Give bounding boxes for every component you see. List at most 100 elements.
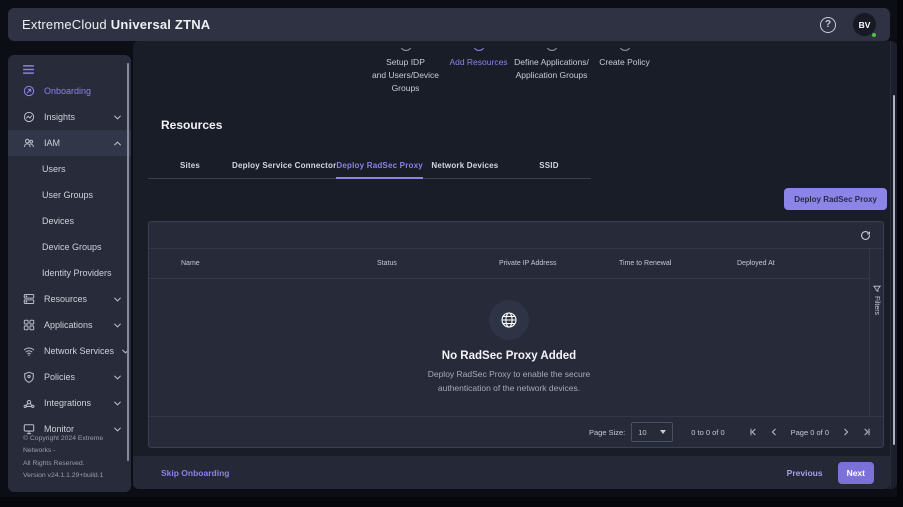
sidebar-item-label: Devices [42,216,74,226]
empty-state-description: Deploy RadSec Proxy to enable the secure… [428,368,591,394]
tab-deploy-service-connector[interactable]: Deploy Service Connector [232,153,336,179]
column-header-time-to-renewal[interactable]: Time to Renewal [619,260,737,267]
sidebar-item-label: Network Services [44,346,114,356]
sidebar-item-device-groups[interactable]: Device Groups [8,234,131,260]
step-circle [473,48,485,51]
page-size-select[interactable]: 10 [631,422,673,442]
filter-funnel-icon [873,285,881,293]
hamburger-menu-icon[interactable] [8,55,131,78]
status-dot [871,32,877,38]
empty-state-line: authentication of the network devices. [428,382,591,395]
step-setup-idp[interactable]: Setup IDP and Users/Device Groups [369,48,442,114]
empty-state-line: Deploy RadSec Proxy to enable the secure [428,368,591,381]
sidebar-item-label: IAM [44,138,60,148]
skip-onboarding-link[interactable]: Skip Onboarding [161,468,229,478]
main-panel: Setup IDP and Users/Device Groups Add Re… [133,41,897,489]
sidebar-item-label: Resources [44,294,87,304]
caret-down-icon [660,430,666,434]
next-button[interactable]: Next [838,462,874,484]
page-size-label: Page Size: [589,428,625,437]
prev-page-button[interactable] [770,428,778,436]
sidebar-item-iam[interactable]: IAM [8,130,131,156]
first-page-button[interactable] [749,428,757,436]
iam-users-icon [23,137,36,149]
chevron-down-icon [114,297,121,302]
refresh-button[interactable] [860,230,871,241]
help-icon[interactable]: ? [820,17,836,33]
sidebar-scrollbar[interactable] [127,63,129,461]
sidebar-item-user-groups[interactable]: User Groups [8,182,131,208]
brand: ExtremeCloud Universal ZTNA [22,17,210,32]
brand-regular: ExtremeCloud [22,17,107,32]
sidebar-item-identity-providers[interactable]: Identity Providers [8,260,131,286]
page-title: Resources [161,118,222,132]
onboarding-icon [23,85,36,97]
chevron-down-icon [114,115,121,120]
empty-state-title: No RadSec Proxy Added [442,350,576,362]
filters-label: Filters [873,296,880,315]
step-circle [400,48,412,51]
sidebar-item-label: Integrations [44,398,91,408]
main-scrollbar-thumb[interactable] [893,95,896,445]
page-size-value: 10 [638,428,646,437]
step-circle [619,48,631,51]
sidebar-item-label: Users [42,164,66,174]
pagination-bar: Page Size: 10 0 to 0 of 0 Page 0 of 0 [149,416,883,447]
chevron-down-icon [114,427,121,432]
chevron-down-icon [114,401,121,406]
sidebar-item-users[interactable]: Users [8,156,131,182]
sidebar-item-network-services[interactable]: Network Services [8,338,131,364]
previous-button[interactable]: Previous [787,468,823,478]
app-header: ExtremeCloud Universal ZTNA ? BV [8,8,890,41]
step-label: Application Groups [514,69,589,82]
page-indicator: Page 0 of 0 [791,428,829,437]
tab-ssid[interactable]: SSID [507,153,591,179]
bottom-frame-band [0,497,903,507]
page-range-text: 0 to 0 of 0 [691,428,724,437]
shield-icon [23,371,36,383]
tab-deploy-radsec-proxy[interactable]: Deploy RadSec Proxy [336,153,423,179]
sidebar-footer: © Copyright 2024 Extreme Networks - All … [23,433,123,482]
sidebar-item-applications[interactable]: Applications [8,312,131,338]
step-circle [546,48,558,51]
sidebar-item-onboarding[interactable]: Onboarding [8,78,131,104]
wizard-footer-bar: Skip Onboarding Previous Next [133,456,890,489]
copyright-line2: All Rights Reserved. [23,458,123,470]
sidebar-item-insights[interactable]: Insights [8,104,131,130]
sidebar-item-policies[interactable]: Policies [8,364,131,390]
apps-grid-icon [23,319,36,331]
table-empty-state: No RadSec Proxy Added Deploy RadSec Prox… [149,279,869,416]
avatar[interactable]: BV [853,13,876,36]
table-toolbar [149,222,883,249]
tab-sites[interactable]: Sites [148,153,232,179]
sidebar-item-devices[interactable]: Devices [8,208,131,234]
sidebar-item-resources[interactable]: Resources [8,286,131,312]
step-add-resources[interactable]: Add Resources [442,48,515,114]
step-create-policy[interactable]: Create Policy [588,48,661,114]
step-define-applications[interactable]: Define Applications/ Application Groups [515,48,588,114]
sidebar-item-label: User Groups [42,190,93,200]
version-text: Version v24.1.1.29+build.1 [23,470,123,482]
right-frame-band [897,0,903,507]
column-header-deployed-at[interactable]: Deployed At [737,260,869,267]
column-header-status[interactable]: Status [377,260,499,267]
server-stack-icon [23,293,36,305]
column-header-name[interactable]: Name [181,260,377,267]
last-page-button[interactable] [863,428,871,436]
chevron-down-icon [114,323,121,328]
tab-bar: Sites Deploy Service Connector Deploy Ra… [148,153,591,179]
column-header-private-ip[interactable]: Private IP Address [499,260,619,267]
brand-bold: Universal ZTNA [111,17,211,32]
step-label: Groups [372,82,439,95]
step-label: Add Resources [449,56,507,69]
sidebar-item-integrations[interactable]: Integrations [8,390,131,416]
chevron-down-icon [114,375,121,380]
next-page-button[interactable] [842,428,850,436]
deploy-radsec-proxy-button[interactable]: Deploy RadSec Proxy [784,188,887,210]
filters-panel-toggle[interactable]: Filters [869,249,883,416]
step-label: and Users/Device [372,69,439,82]
integrations-icon [23,397,36,409]
tab-network-devices[interactable]: Network Devices [423,153,507,179]
step-label: Create Policy [599,56,650,69]
chevron-up-icon [114,141,121,146]
